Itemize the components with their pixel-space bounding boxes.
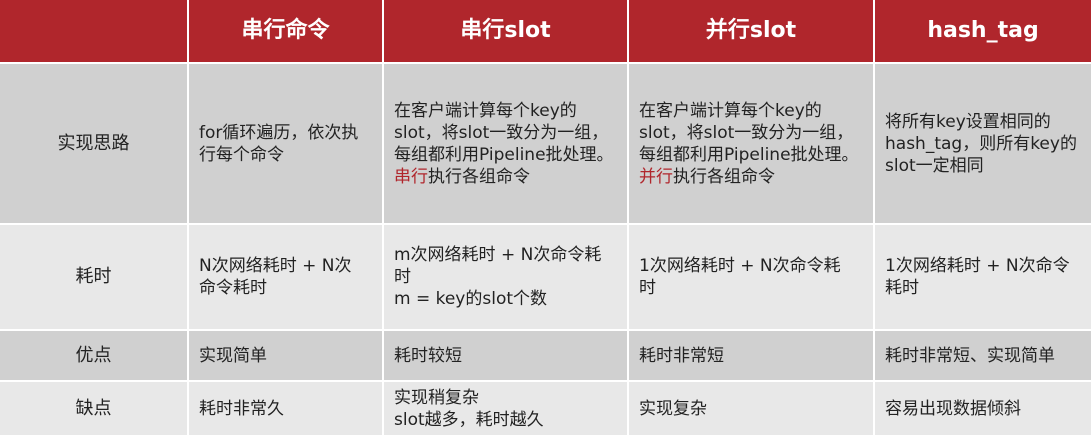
text-line: 将所有key设置相同的 bbox=[885, 111, 1051, 132]
accent-word-serial: 串行 bbox=[394, 166, 428, 187]
text-line: slot一定相同 bbox=[885, 155, 984, 176]
approach-serial-command: for循环遍历，依次执 行每个命令 bbox=[189, 64, 384, 225]
text-line: 1次网络耗时 + N次命令耗 bbox=[639, 256, 841, 276]
accent-word-parallel: 并行 bbox=[639, 166, 673, 187]
row-label-approach: 实现思路 bbox=[0, 64, 189, 225]
pros-parallel-slot: 耗时非常短 bbox=[629, 331, 875, 382]
cons-parallel-slot: 实现复杂 bbox=[629, 382, 875, 437]
header-serial-slot: 串行slot bbox=[384, 0, 629, 64]
row-label-cost: 耗时 bbox=[0, 225, 189, 331]
cost-parallel-slot: 1次网络耗时 + N次命令耗 时 bbox=[629, 225, 875, 331]
cost-serial-command: N次网络耗时 + N次 命令耗时 bbox=[189, 225, 384, 331]
header-parallel-slot: 并行slot bbox=[629, 0, 875, 64]
cons-hash-tag: 容易出现数据倾斜 bbox=[875, 382, 1091, 437]
text-line: 实现稍复杂 bbox=[394, 387, 479, 408]
header-serial-command: 串行命令 bbox=[189, 0, 384, 64]
approach-parallel-slot: 在客户端计算每个key的 slot，将slot一致分为一组， 每组都利用Pipe… bbox=[629, 64, 875, 225]
row-label-pros: 优点 bbox=[0, 331, 189, 382]
text-line: for循环遍历，依次执 bbox=[199, 122, 359, 143]
row-label-cons: 缺点 bbox=[0, 382, 189, 437]
text-line: 时 bbox=[394, 267, 411, 287]
text-tail: 执行各组命令 bbox=[428, 166, 530, 187]
approach-serial-slot: 在客户端计算每个key的 slot，将slot一致分为一组， 每组都利用Pipe… bbox=[384, 64, 629, 225]
text-line: 每组都利用Pipeline批处理。 bbox=[394, 144, 614, 165]
text-line: 行每个命令 bbox=[199, 144, 284, 165]
text-line: 串行执行各组命令 bbox=[394, 166, 617, 188]
cons-serial-command: 耗时非常久 bbox=[189, 382, 384, 437]
pros-serial-command: 实现简单 bbox=[189, 331, 384, 382]
text-line: slot，将slot一致分为一组， bbox=[639, 122, 854, 143]
cost-serial-slot: m次网络耗时 + N次命令耗 时 m = key的slot个数 bbox=[384, 225, 629, 331]
comparison-table: 串行命令 串行slot 并行slot hash_tag 实现思路 for循环遍历… bbox=[0, 0, 1091, 437]
header-corner-cell bbox=[0, 0, 189, 64]
text-line: 在客户端计算每个key的 bbox=[394, 100, 577, 121]
text-line: 时 bbox=[639, 278, 656, 298]
cons-serial-slot: 实现稍复杂 slot越多，耗时越久 bbox=[384, 382, 629, 437]
text-line: slot，将slot一致分为一组， bbox=[394, 122, 609, 143]
text-line: 耗时 bbox=[885, 278, 919, 298]
text-line: slot越多，耗时越久 bbox=[394, 409, 544, 430]
pros-serial-slot: 耗时较短 bbox=[384, 331, 629, 382]
approach-hash-tag: 将所有key设置相同的 hash_tag，则所有key的 slot一定相同 bbox=[875, 64, 1091, 225]
text-line: 1次网络耗时 + N次命令 bbox=[885, 256, 1070, 276]
text-line: 在客户端计算每个key的 bbox=[639, 100, 822, 121]
text-tail: 执行各组命令 bbox=[673, 166, 775, 187]
text-line: 命令耗时 bbox=[199, 278, 267, 298]
text-line: hash_tag，则所有key的 bbox=[885, 133, 1077, 154]
text-line: m = key的slot个数 bbox=[394, 289, 548, 309]
pros-hash-tag: 耗时非常短、实现简单 bbox=[875, 331, 1091, 382]
text-line: 每组都利用Pipeline批处理。 bbox=[639, 144, 859, 165]
header-hash-tag: hash_tag bbox=[875, 0, 1091, 64]
text-line: m次网络耗时 + N次命令耗 bbox=[394, 245, 602, 265]
text-line: N次网络耗时 + N次 bbox=[199, 256, 352, 276]
cost-hash-tag: 1次网络耗时 + N次命令 耗时 bbox=[875, 225, 1091, 331]
text-line: 并行执行各组命令 bbox=[639, 166, 863, 188]
